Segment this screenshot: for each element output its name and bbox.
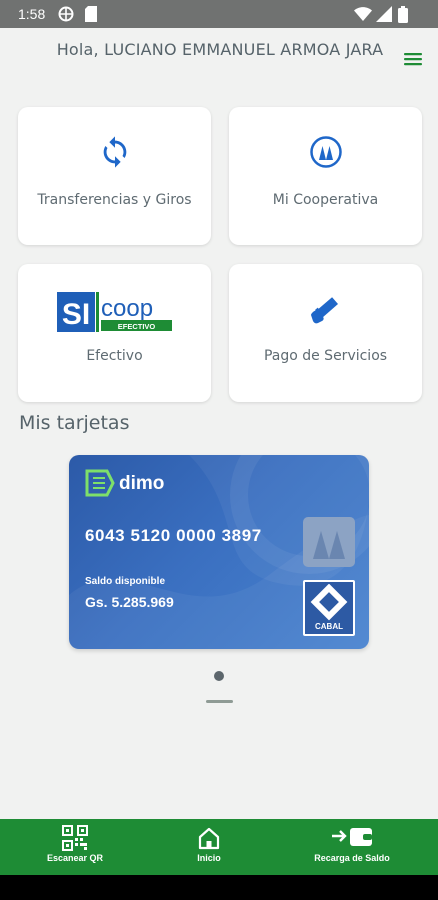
cabal-text: CABAL	[315, 622, 343, 631]
cabal-logo: CABAL	[303, 580, 355, 636]
header: Hola, LUCIANO EMMANUEL ARMOA JARA	[0, 28, 438, 92]
card-number: 6043 5120 0000 3897	[85, 526, 262, 545]
sicoop-si-text: SI	[61, 298, 89, 331]
sicoop-logo: SI coop EFECTIVO	[18, 292, 211, 334]
dimo-logo-icon	[85, 469, 115, 501]
tile-label: Pago de Servicios	[263, 348, 388, 364]
status-time: 1:58	[18, 6, 46, 22]
battery-icon	[398, 6, 408, 27]
sicoop-efectivo-text: EFECTIVO	[117, 322, 155, 331]
tile-transferencias[interactable]: Transferencias y Giros	[18, 107, 211, 245]
tile-mi-cooperativa[interactable]: Mi Cooperativa	[229, 107, 422, 245]
tile-label: Transferencias y Giros	[37, 192, 192, 208]
payment-card-icon	[229, 290, 422, 324]
tile-label: Mi Cooperativa	[272, 192, 379, 208]
vpn-icon	[58, 6, 74, 26]
pager-dot[interactable]	[214, 671, 224, 681]
section-title-mis-tarjetas: Mis tarjetas	[19, 412, 130, 434]
balance-label: Saldo disponible	[85, 576, 166, 587]
tile-pago-servicios[interactable]: Pago de Servicios	[229, 264, 422, 402]
status-bar: 1:58	[0, 0, 438, 28]
sicoop-coop-text: coop	[101, 295, 153, 322]
tile-efectivo[interactable]: SI coop EFECTIVO Efectivo	[18, 264, 211, 402]
balance-amount: Gs. 5.285.969	[85, 594, 174, 610]
sim-card-icon	[85, 6, 97, 26]
signal-icon	[376, 6, 392, 26]
nav-label: Inicio	[197, 853, 221, 863]
wallet-recharge-icon	[300, 825, 404, 849]
pager-indicator	[206, 700, 233, 703]
system-navigation-bar	[0, 875, 438, 900]
nav-inicio[interactable]: Inicio	[164, 819, 254, 875]
dimo-card[interactable]: dimo 6043 5120 0000 3897 Saldo disponibl…	[69, 455, 369, 649]
nav-recarga-saldo[interactable]: Recarga de Saldo	[300, 819, 404, 875]
sync-icon	[18, 135, 211, 169]
cooperative-icon	[229, 135, 422, 169]
nav-escanear-qr[interactable]: Escanear QR	[20, 819, 130, 875]
greeting-text: Hola, LUCIANO EMMANUEL ARMOA JARA	[56, 40, 384, 59]
home-icon	[164, 825, 254, 851]
card-chip	[303, 517, 355, 567]
wifi-icon	[354, 6, 372, 26]
nav-label: Escanear QR	[46, 853, 104, 863]
bottom-nav: Escanear QR Inicio Recarga de Saldo	[0, 819, 438, 875]
qr-code-icon	[20, 825, 130, 851]
nav-label: Recarga de Saldo	[314, 853, 390, 863]
menu-button[interactable]	[402, 48, 424, 70]
card-brand: dimo	[119, 473, 165, 494]
hamburger-icon	[404, 53, 422, 66]
tile-label: Efectivo	[86, 348, 143, 364]
